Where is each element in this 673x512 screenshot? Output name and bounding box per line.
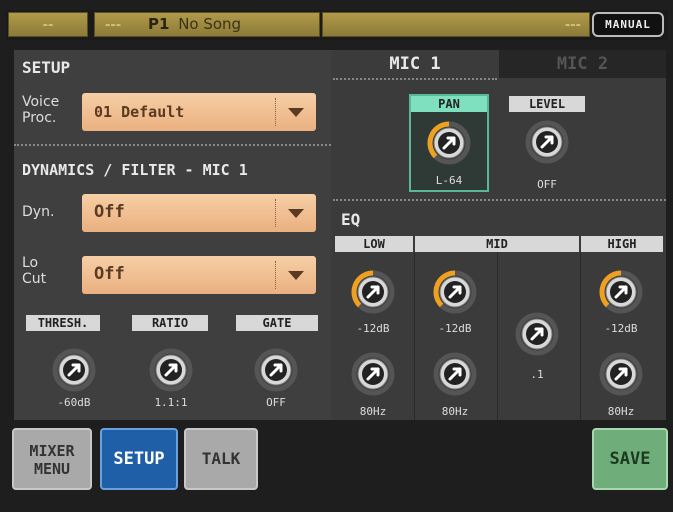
divider bbox=[497, 252, 498, 420]
locut-value: Off bbox=[94, 264, 125, 284]
eq-mid-q-knob[interactable] bbox=[515, 312, 559, 356]
dyn-label: Dyn. bbox=[22, 204, 55, 220]
chevron-down-icon bbox=[288, 271, 304, 280]
lcd-dashes-3: --- bbox=[564, 18, 581, 33]
ratio-knob[interactable] bbox=[149, 348, 193, 392]
thresh-value: -60dB bbox=[57, 396, 91, 409]
eq-low-gain-value: -12dB bbox=[356, 322, 390, 335]
eq-mid-gain-value: -12dB bbox=[438, 322, 472, 335]
lcd-segment-1: -- bbox=[8, 12, 88, 37]
eq-title: EQ bbox=[341, 210, 361, 229]
tab-mic-2[interactable]: MIC 2 bbox=[499, 50, 666, 78]
mixer-menu-button[interactable]: MIXER MENU bbox=[12, 428, 92, 490]
eq-high-gain-knob[interactable] bbox=[599, 270, 643, 314]
gate-label: GATE bbox=[236, 315, 318, 331]
chevron-down-icon bbox=[288, 108, 304, 117]
top-bar: -- --- P1 No Song --- MANUAL bbox=[6, 10, 668, 40]
eq-low-gain-knob[interactable] bbox=[351, 270, 395, 314]
locut-dropdown[interactable]: Off bbox=[82, 256, 316, 294]
level-label: LEVEL bbox=[509, 96, 585, 112]
eq-mid-header: MID bbox=[415, 236, 579, 252]
right-column: MIC 1 MIC 2 PAN L-64 LEVEL OFF EQ LOW MI… bbox=[333, 50, 666, 420]
dropdown-separator bbox=[275, 98, 276, 126]
level-value: OFF bbox=[537, 178, 557, 191]
pan-knob bbox=[427, 121, 471, 165]
eq-mid-q-value: .1 bbox=[530, 368, 544, 381]
setup-title: SETUP bbox=[22, 58, 71, 77]
program-number: P1 bbox=[147, 15, 170, 33]
eq-high-header: HIGH bbox=[581, 236, 663, 252]
dynamics-title: DYNAMICS / FILTER - MIC 1 bbox=[22, 161, 248, 179]
dropdown-separator bbox=[275, 199, 276, 227]
voice-proc-label: Voice Proc. bbox=[22, 94, 60, 126]
eq-high-gain-value: -12dB bbox=[604, 322, 638, 335]
lcd-dashes-2: --- bbox=[105, 18, 122, 33]
dyn-value: Off bbox=[94, 202, 125, 222]
app-frame: -- --- P1 No Song --- MANUAL SETUP Voice… bbox=[0, 0, 673, 512]
eq-low-freq-value: 80Hz bbox=[359, 405, 387, 418]
voice-proc-value: 01 Default bbox=[94, 103, 185, 121]
lcd-segment-3: --- bbox=[322, 12, 590, 37]
ratio-value: 1.1:1 bbox=[154, 396, 188, 409]
manual-button[interactable]: MANUAL bbox=[592, 12, 664, 37]
song-display[interactable]: --- P1 No Song bbox=[94, 12, 320, 37]
divider bbox=[580, 252, 581, 420]
eq-high-freq-knob[interactable] bbox=[599, 352, 643, 396]
thresh-knob[interactable] bbox=[52, 348, 96, 392]
eq-low-header: LOW bbox=[335, 236, 413, 252]
eq-mid-freq-knob[interactable] bbox=[433, 352, 477, 396]
dropdown-separator bbox=[275, 261, 276, 289]
eq-low-freq-knob[interactable] bbox=[351, 352, 395, 396]
divider bbox=[333, 199, 666, 201]
ratio-label: RATIO bbox=[132, 315, 208, 331]
left-column: SETUP Voice Proc. 01 Default DYNAMICS / … bbox=[14, 50, 331, 420]
divider bbox=[14, 144, 331, 146]
setup-button[interactable]: SETUP bbox=[100, 428, 178, 490]
talk-button[interactable]: TALK bbox=[184, 428, 258, 490]
thresh-label: THRESH. bbox=[26, 315, 100, 331]
voice-proc-dropdown[interactable]: 01 Default bbox=[82, 93, 316, 131]
gate-knob[interactable] bbox=[254, 348, 298, 392]
pan-value: L-64 bbox=[435, 174, 463, 187]
pan-control[interactable]: PAN L-64 bbox=[409, 94, 489, 192]
dyn-dropdown[interactable]: Off bbox=[82, 194, 316, 232]
eq-mid-freq-value: 80Hz bbox=[441, 405, 469, 418]
pan-label: PAN bbox=[411, 96, 487, 112]
locut-label: Lo Cut bbox=[22, 255, 47, 287]
divider bbox=[414, 252, 415, 420]
tab-mic-1[interactable]: MIC 1 bbox=[333, 50, 497, 80]
level-knob[interactable] bbox=[525, 120, 569, 164]
lcd-dashes-1: -- bbox=[42, 18, 54, 33]
song-name: No Song bbox=[178, 15, 242, 33]
main-panel: SETUP Voice Proc. 01 Default DYNAMICS / … bbox=[14, 50, 666, 420]
chevron-down-icon bbox=[288, 209, 304, 218]
save-button[interactable]: SAVE bbox=[592, 428, 668, 490]
gate-value: OFF bbox=[266, 396, 286, 409]
eq-mid-gain-knob[interactable] bbox=[433, 270, 477, 314]
eq-high-freq-value: 80Hz bbox=[607, 405, 635, 418]
